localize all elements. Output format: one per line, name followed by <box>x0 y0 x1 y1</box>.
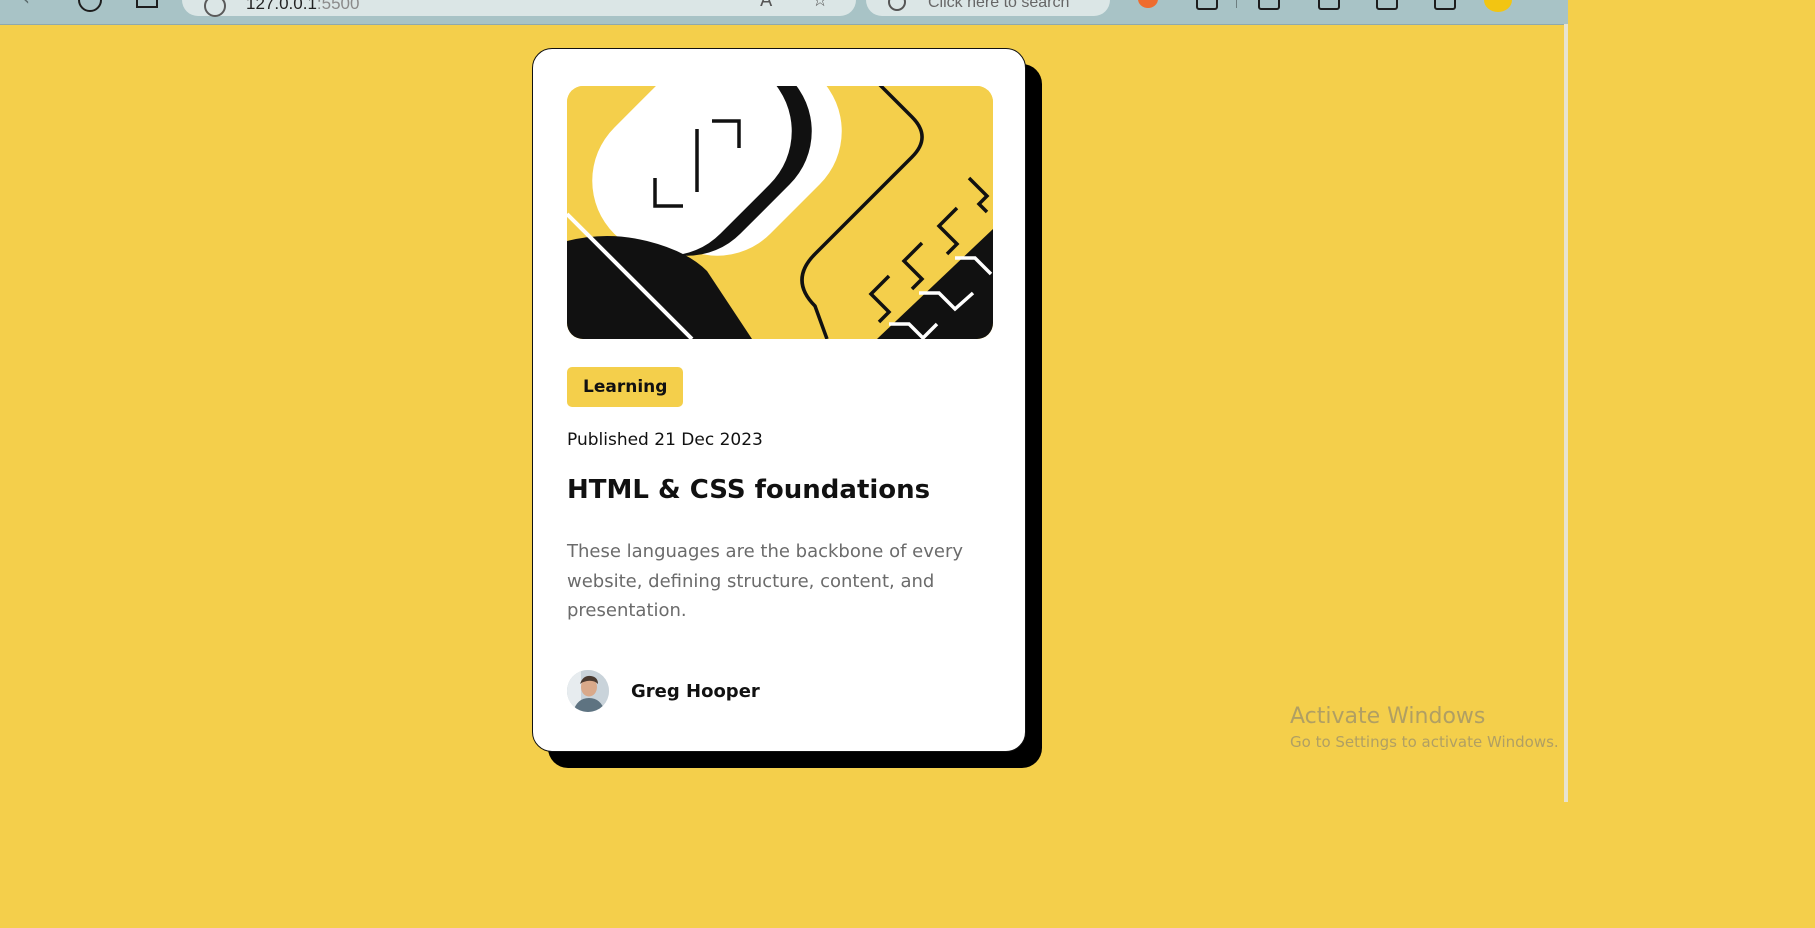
browser-essentials-icon[interactable] <box>1434 0 1456 10</box>
activate-windows-watermark: Activate Windows Go to Settings to activ… <box>1290 704 1559 751</box>
watermark-subtitle: Go to Settings to activate Windows. <box>1290 733 1559 751</box>
card-title[interactable]: HTML & CSS foundations <box>567 475 930 505</box>
author-block: Greg Hooper <box>567 669 760 713</box>
split-screen-icon[interactable] <box>1258 0 1280 10</box>
favorites-list-icon[interactable] <box>1318 0 1340 10</box>
card-description: These languages are the backbone of ever… <box>567 541 963 621</box>
read-aloud-icon[interactable]: A <box>760 0 772 11</box>
favorite-star-icon[interactable]: ☆ <box>812 0 828 11</box>
address-bar[interactable]: 127.0.0.1:5500 A ☆ <box>182 0 856 17</box>
search-icon <box>888 0 906 11</box>
blog-card: Learning Published 21 Dec 2023 HTML & CS… <box>532 48 1026 752</box>
extension-fox-icon[interactable] <box>1138 0 1158 8</box>
address-port: :5500 <box>316 0 360 13</box>
home-icon[interactable] <box>136 0 158 8</box>
extensions-puzzle-icon[interactable] <box>1196 0 1218 10</box>
toolbar-separator <box>1236 0 1237 8</box>
browser-toolbar: ‹ 127.0.0.1:5500 A ☆ Click here to searc… <box>0 0 1568 25</box>
site-info-icon[interactable] <box>204 0 226 17</box>
published-date: Published 21 Dec 2023 <box>567 430 763 450</box>
profile-avatar-icon[interactable] <box>1484 0 1512 12</box>
avatar-portrait-icon <box>567 670 609 712</box>
card-illustration <box>567 86 993 339</box>
address-text[interactable]: 127.0.0.1:5500 <box>246 0 359 14</box>
collections-icon[interactable] <box>1376 0 1398 10</box>
watermark-title: Activate Windows <box>1290 704 1486 729</box>
back-icon[interactable]: ‹ <box>22 0 30 10</box>
author-name: Greg Hooper <box>631 680 760 702</box>
category-badge: Learning <box>567 367 684 407</box>
illustration-graphic <box>567 86 993 339</box>
search-box[interactable]: Click here to search <box>866 0 1110 16</box>
address-host: 127.0.0.1 <box>246 0 317 13</box>
search-placeholder: Click here to search <box>928 0 1070 11</box>
refresh-icon[interactable] <box>78 0 102 12</box>
page-scroll-edge <box>1564 24 1568 802</box>
author-avatar <box>567 670 609 712</box>
